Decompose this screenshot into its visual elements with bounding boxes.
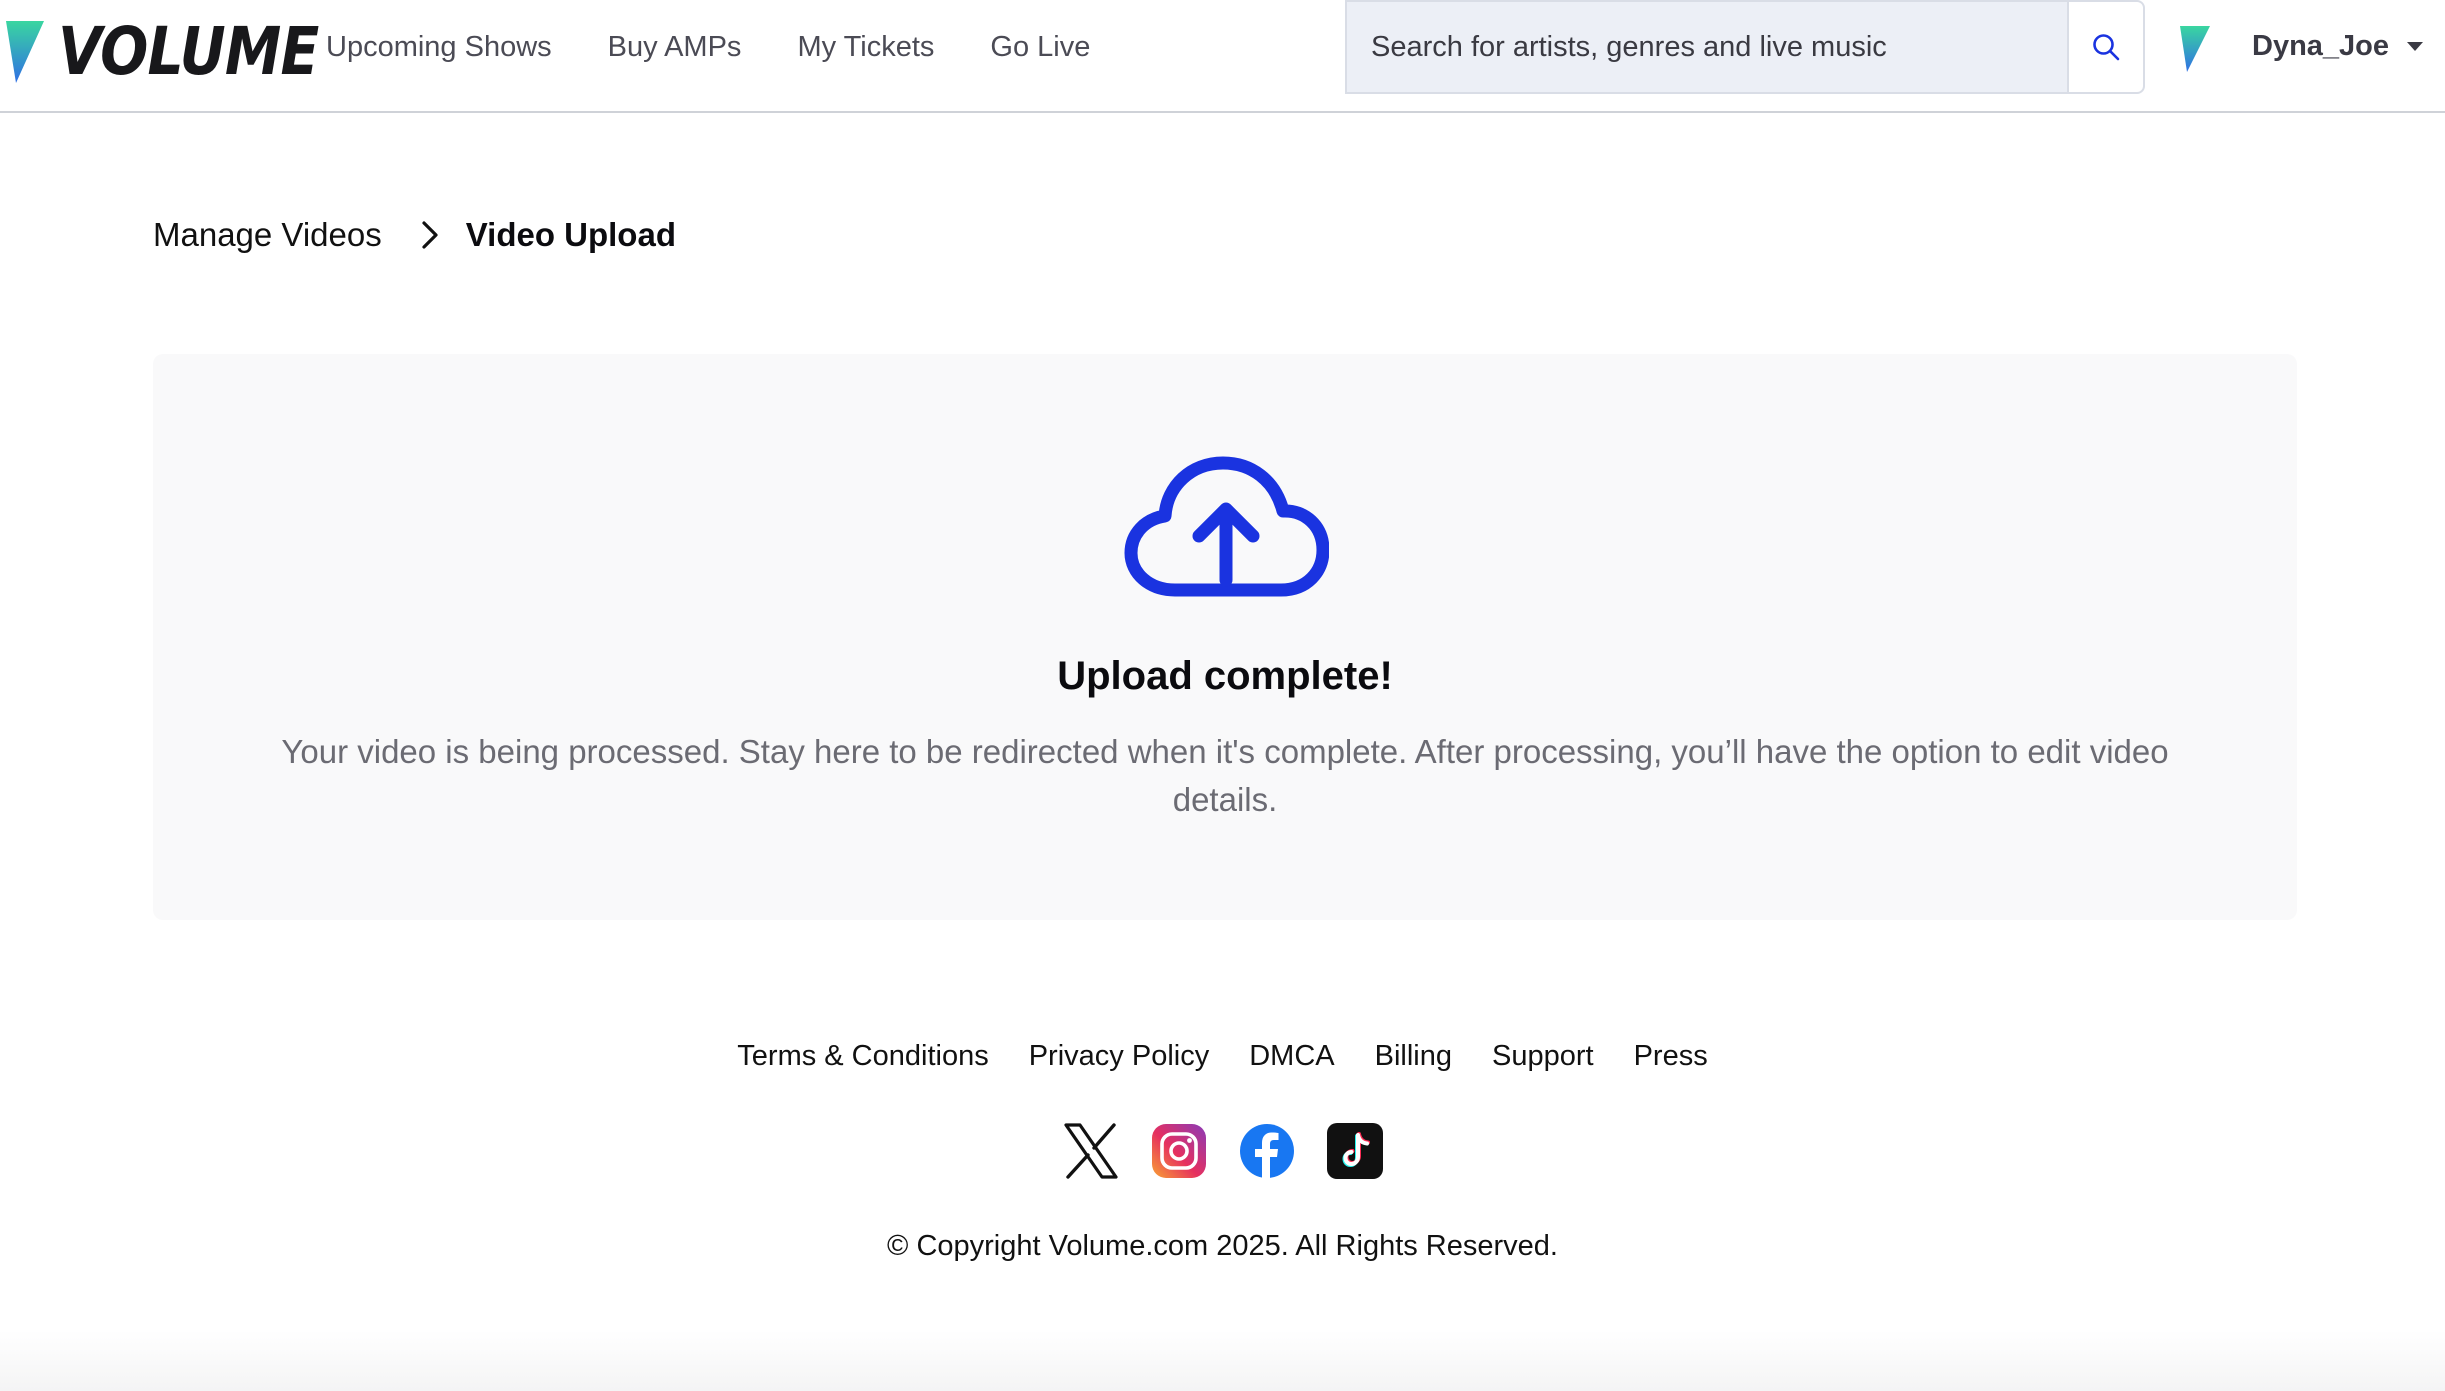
volume-logo-mark-icon <box>6 21 44 83</box>
logo-text: VOLUME <box>58 13 319 90</box>
upload-processing-message: Your video is being processed. Stay here… <box>281 733 2169 818</box>
search-icon <box>2093 34 2120 61</box>
search-button[interactable] <box>2067 2 2143 92</box>
footer-links: Terms & Conditions Privacy Policy DMCA B… <box>0 1034 2445 1078</box>
social-links <box>0 1122 2445 1180</box>
nav-my-tickets[interactable]: My Tickets <box>797 31 934 64</box>
page: VOLUME Upcoming Shows Buy AMPs My Ticket… <box>0 0 2445 1391</box>
footer-link-terms[interactable]: Terms & Conditions <box>737 1040 988 1073</box>
search-bar <box>1345 0 2145 94</box>
page-bottom-edge <box>0 1330 2445 1391</box>
user-avatar-icon[interactable] <box>2180 26 2210 72</box>
nav-go-live[interactable]: Go Live <box>990 31 1090 64</box>
cloud-upload-icon <box>1124 456 1329 597</box>
top-navigation-bar: VOLUME Upcoming Shows Buy AMPs My Ticket… <box>0 0 2445 113</box>
username: Dyna_Joe <box>2252 29 2390 62</box>
search-input[interactable] <box>1347 2 2067 92</box>
footer-link-dmca[interactable]: DMCA <box>1249 1040 1334 1073</box>
copyright-text: © Copyright Volume.com 2025. All Rights … <box>887 1230 1558 1262</box>
chevron-right-icon <box>422 221 438 249</box>
instagram-icon[interactable] <box>1150 1122 1208 1180</box>
chevron-down-icon <box>2407 41 2424 51</box>
upload-complete-title: Upload complete! <box>1057 654 1393 698</box>
tiktok-icon[interactable] <box>1326 1122 1384 1180</box>
volume-logo[interactable]: VOLUME <box>6 12 361 92</box>
footer-link-press[interactable]: Press <box>1634 1040 1708 1073</box>
footer-link-billing[interactable]: Billing <box>1375 1040 1452 1073</box>
main-nav: Upcoming Shows Buy AMPs My Tickets Go Li… <box>326 26 1146 68</box>
x-icon[interactable] <box>1062 1122 1120 1180</box>
footer-link-support[interactable]: Support <box>1492 1040 1594 1073</box>
user-menu[interactable]: Dyna_Joe <box>2252 24 2424 68</box>
nav-buy-amps[interactable]: Buy AMPs <box>608 31 742 64</box>
breadcrumb-video-upload: Video Upload <box>465 216 676 253</box>
breadcrumb-manage-videos[interactable]: Manage Videos <box>153 216 382 254</box>
footer-link-privacy[interactable]: Privacy Policy <box>1029 1040 1210 1073</box>
breadcrumb: Manage Videos Video Upload <box>153 210 676 260</box>
upload-status-card: Upload complete! Your video is being pro… <box>153 354 2297 920</box>
facebook-icon[interactable] <box>1238 1122 1296 1180</box>
nav-upcoming-shows[interactable]: Upcoming Shows <box>326 31 552 64</box>
